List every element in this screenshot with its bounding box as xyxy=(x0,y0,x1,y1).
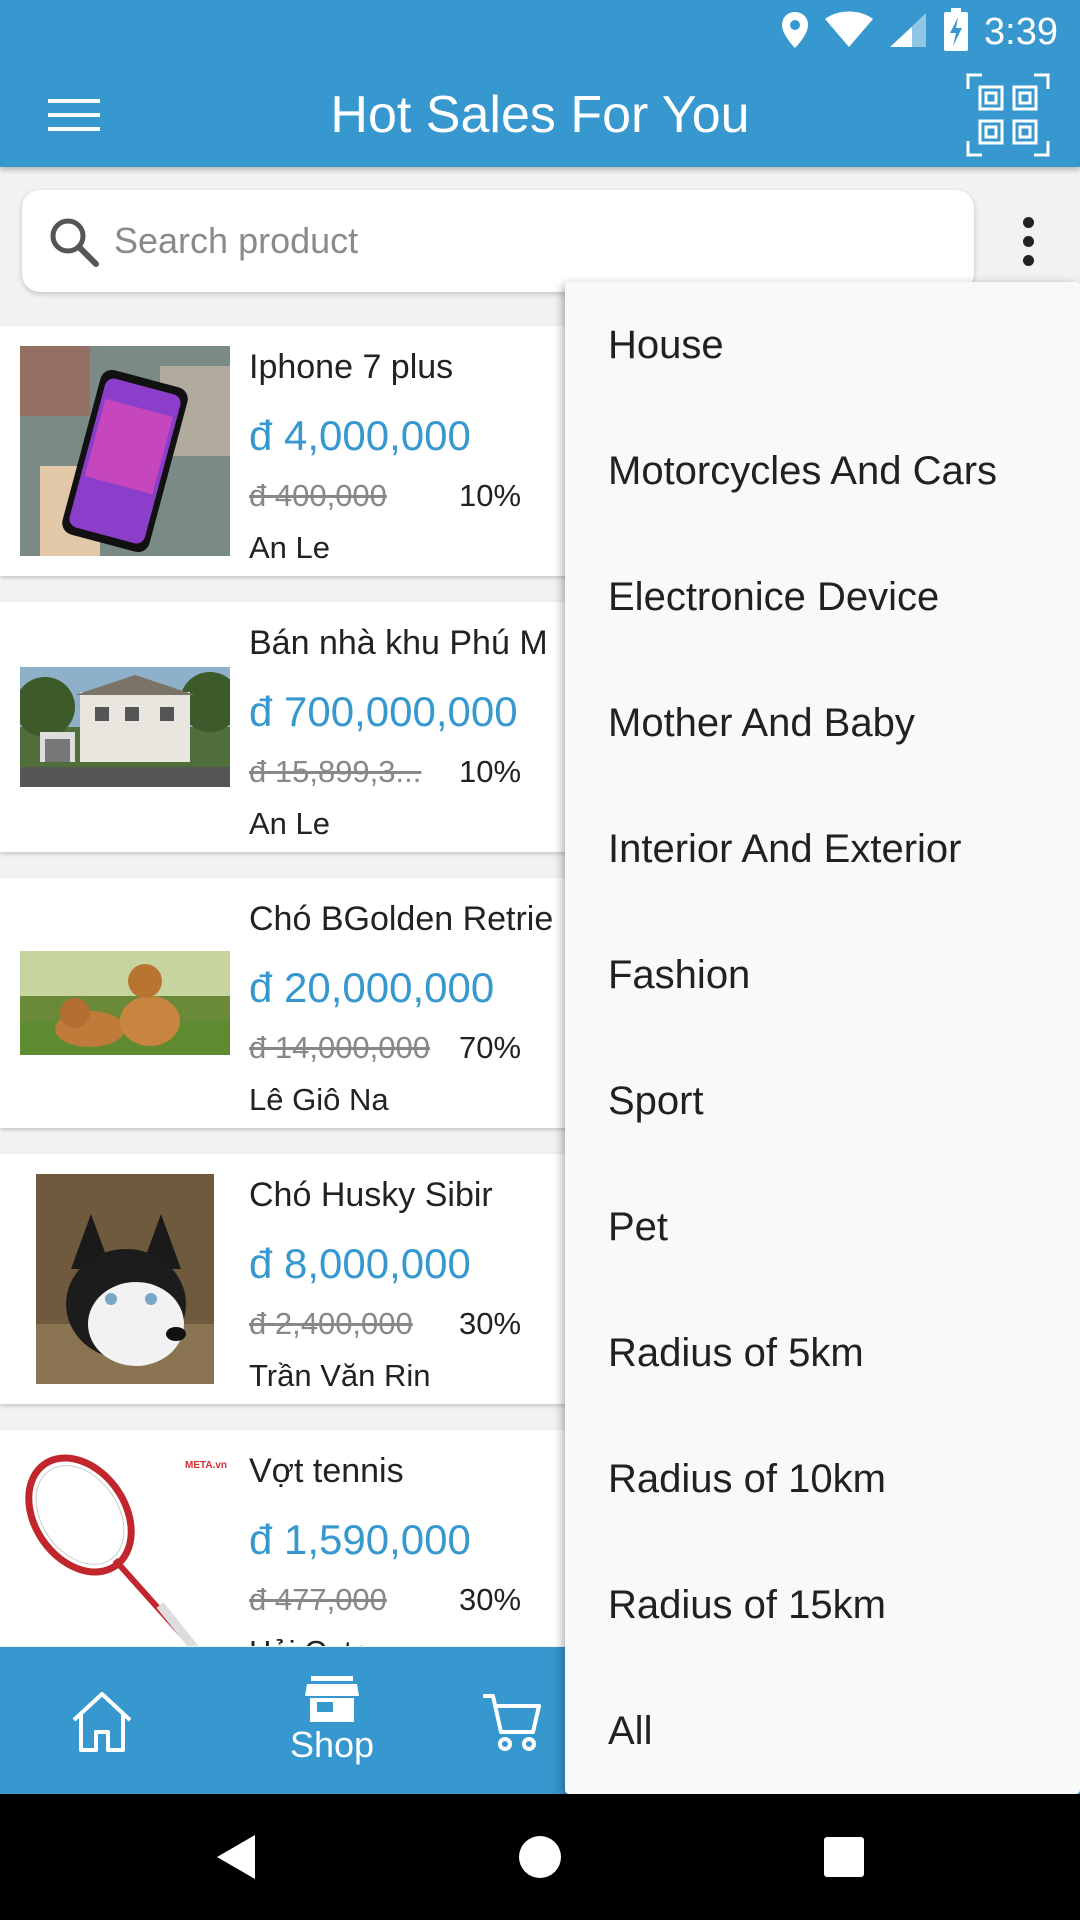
product-price: đ 1,590,000 xyxy=(249,1516,471,1563)
product-old-price: đ 14,000,000 xyxy=(249,1030,431,1065)
home-icon xyxy=(72,1691,132,1752)
menu-item-electronic-device[interactable]: Electronice Device xyxy=(565,534,1080,660)
image-watermark: META.vn xyxy=(185,1460,228,1471)
menu-item-fashion[interactable]: Fashion xyxy=(565,912,1080,1038)
system-home-button[interactable] xyxy=(480,1794,600,1920)
dot-icon xyxy=(1022,216,1034,228)
product-discount: 30% xyxy=(459,1582,522,1617)
product-old-price: đ 2,400,000 xyxy=(249,1306,413,1341)
menu-item-motorcycles-and-cars[interactable]: Motorcycles And Cars xyxy=(565,408,1080,534)
overflow-menu-button[interactable] xyxy=(1000,200,1056,282)
status-time: 3:39 xyxy=(984,10,1058,53)
battery-charging-icon xyxy=(942,7,970,57)
app-bar: Hot Sales For You xyxy=(0,63,1080,167)
system-back-button[interactable] xyxy=(176,1794,296,1920)
product-name: Bán nhà khu Phú M xyxy=(249,624,548,662)
cart-icon xyxy=(483,1693,541,1751)
dot-icon xyxy=(1022,235,1034,247)
nav-home[interactable] xyxy=(2,1647,202,1794)
search-input[interactable] xyxy=(114,190,954,292)
status-icons: 3:39 xyxy=(780,7,1058,57)
product-price: đ 8,000,000 xyxy=(249,1240,471,1287)
product-discount: 30% xyxy=(459,1306,522,1341)
product-image-house xyxy=(20,622,230,832)
product-seller: Hải Cute xyxy=(249,1634,370,1646)
product-name: Vợt tennis xyxy=(249,1452,404,1490)
menu-item-radius-15km[interactable]: Radius of 15km xyxy=(565,1542,1080,1668)
recents-icon xyxy=(824,1837,864,1877)
product-price: đ 20,000,000 xyxy=(249,964,495,1011)
category-dropdown-menu: House Motorcycles And Cars Electronice D… xyxy=(565,282,1080,1794)
product-name: Iphone 7 plus xyxy=(249,348,454,386)
product-seller: An Le xyxy=(249,530,331,565)
product-old-price: đ 15,899,3... xyxy=(249,754,422,789)
product-seller: Trần Văn Rin xyxy=(249,1358,431,1393)
system-navigation-bar xyxy=(0,1794,1080,1920)
qr-scan-button[interactable] xyxy=(966,73,1050,157)
search-box xyxy=(22,190,974,292)
product-name: Chó BGolden Retrie xyxy=(249,900,554,938)
product-discount: 10% xyxy=(459,754,522,789)
location-icon xyxy=(780,10,810,55)
product-discount: 70% xyxy=(459,1030,522,1065)
hamburger-menu-icon xyxy=(48,99,100,131)
nav-shop-label: Shop xyxy=(289,1723,375,1765)
shop-icon xyxy=(305,1675,359,1722)
search-icon xyxy=(50,218,99,267)
menu-item-sport[interactable]: Sport xyxy=(565,1038,1080,1164)
product-old-price: đ 477,000 xyxy=(249,1582,387,1617)
product-name: Chó Husky Sibir xyxy=(249,1176,493,1214)
nav-cart[interactable] xyxy=(452,1647,572,1794)
product-image-golden-retriever xyxy=(20,898,230,1108)
hamburger-menu-button[interactable] xyxy=(14,63,134,167)
back-icon xyxy=(217,1835,255,1879)
product-image-tennis-racket: META.vn xyxy=(20,1450,230,1646)
home-circle-icon xyxy=(519,1836,561,1878)
product-old-price: đ 400,000 xyxy=(249,478,387,513)
menu-item-radius-5km[interactable]: Radius of 5km xyxy=(565,1290,1080,1416)
menu-item-radius-10km[interactable]: Radius of 10km xyxy=(565,1416,1080,1542)
signal-icon xyxy=(888,11,928,54)
menu-item-pet[interactable]: Pet xyxy=(565,1164,1080,1290)
product-price: đ 4,000,000 xyxy=(249,412,471,459)
wifi-icon xyxy=(824,11,874,54)
product-image-husky xyxy=(20,1174,230,1384)
system-recents-button[interactable] xyxy=(784,1794,904,1920)
menu-item-mother-and-baby[interactable]: Mother And Baby xyxy=(565,660,1080,786)
product-seller: An Le xyxy=(249,806,331,841)
product-price: đ 700,000,000 xyxy=(249,688,518,735)
dot-icon xyxy=(1022,254,1034,266)
status-bar: 3:39 xyxy=(0,0,1080,63)
page-title: Hot Sales For You xyxy=(330,86,750,144)
product-seller: Lê Giô Na xyxy=(249,1082,389,1117)
menu-item-house[interactable]: House xyxy=(565,282,1080,408)
product-image-phone xyxy=(20,346,230,556)
product-discount: 10% xyxy=(459,478,522,513)
qr-code-icon xyxy=(966,73,1050,157)
menu-item-interior-and-exterior[interactable]: Interior And Exterior xyxy=(565,786,1080,912)
nav-shop[interactable]: Shop xyxy=(232,1647,432,1794)
menu-item-all[interactable]: All xyxy=(565,1668,1080,1794)
